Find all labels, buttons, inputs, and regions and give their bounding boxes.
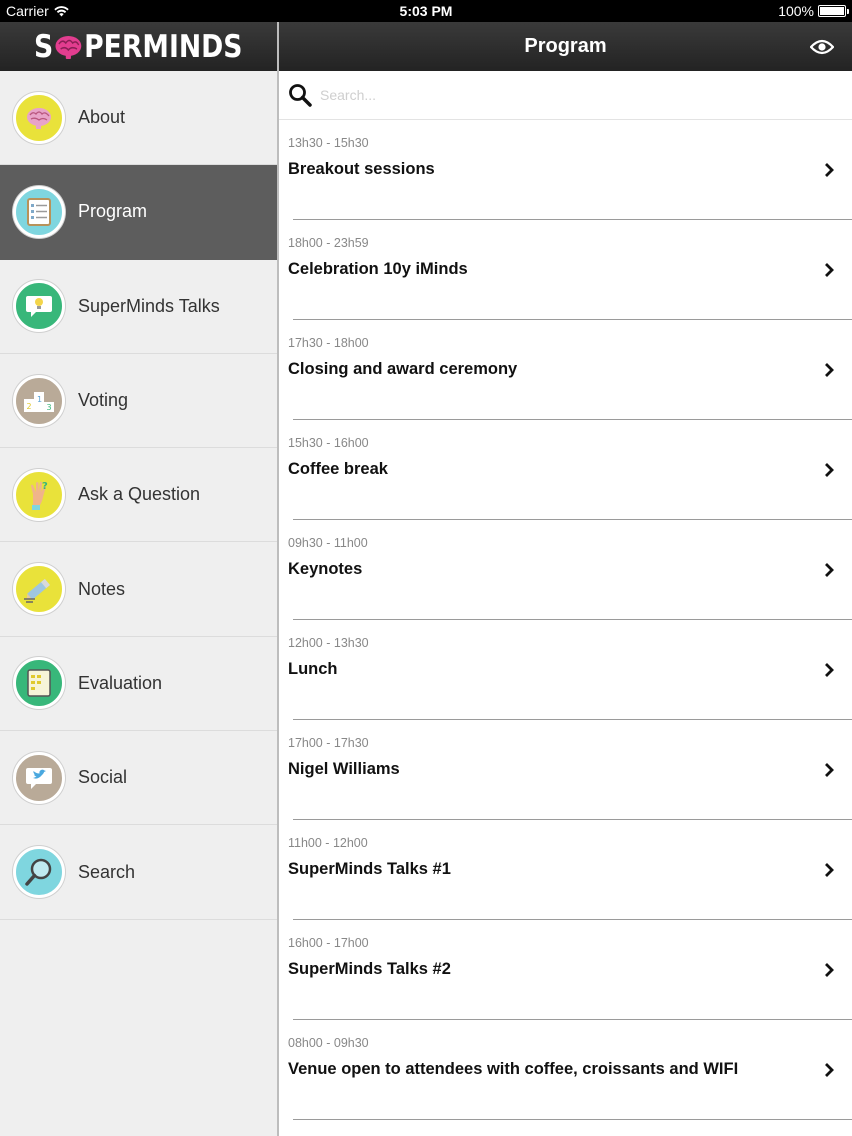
session-title: Closing and award ceremony — [288, 360, 518, 378]
navigation-bar: Program — [279, 22, 852, 71]
chevron-right-icon — [825, 263, 834, 277]
chevron-right-icon — [825, 863, 834, 877]
program-list: 13h30 - 15h30 Breakout sessions 18h00 - … — [279, 120, 852, 1120]
session-time: 15h30 - 16h00 — [288, 436, 369, 450]
sidebar-item-label: Voting — [78, 390, 129, 411]
session-time: 17h30 - 18h00 — [288, 336, 369, 350]
session-title: Lunch — [288, 660, 338, 678]
chevron-right-icon — [825, 163, 834, 177]
session-time: 16h00 - 17h00 — [288, 936, 369, 950]
logo-brain-icon — [56, 35, 82, 59]
sidebar-item-label: Social — [78, 767, 128, 788]
svg-text:?: ? — [42, 481, 48, 492]
sidebar-item-ask-a-question[interactable]: ? Ask a Question — [0, 448, 277, 543]
pencil-icon — [13, 563, 65, 616]
twitter-bird-icon — [13, 751, 65, 804]
program-row[interactable]: 08h00 - 09h30 Venue open to attendees wi… — [279, 1020, 852, 1120]
program-row[interactable]: 11h00 - 12h00 SuperMinds Talks #1 — [279, 820, 852, 920]
search-input[interactable] — [320, 87, 800, 103]
session-time: 09h30 - 11h00 — [288, 536, 368, 550]
lightbulb-speech-icon — [13, 280, 65, 333]
session-time: 13h30 - 15h30 — [288, 136, 369, 150]
battery-indicator: 100% — [778, 3, 849, 19]
battery-percent: 100% — [778, 3, 814, 19]
program-row[interactable]: 18h00 - 23h59 Celebration 10y iMinds — [279, 220, 852, 320]
magnifier-icon — [13, 846, 65, 899]
sidebar-item-label: Search — [78, 861, 136, 882]
session-time: 12h00 - 13h30 — [288, 636, 369, 650]
sidebar-item-social[interactable]: Social — [0, 731, 277, 826]
battery-icon — [818, 5, 849, 17]
status-bar: Carrier 5:03 PM 100% — [0, 0, 852, 22]
session-title: SuperMinds Talks #2 — [288, 960, 451, 978]
sidebar-item-label: About — [78, 107, 126, 128]
session-time: 17h00 - 17h30 — [288, 736, 369, 750]
search-bar[interactable] — [279, 71, 852, 120]
session-title: Celebration 10y iMinds — [288, 260, 468, 278]
sidebar-item-notes[interactable]: Notes — [0, 542, 277, 637]
svg-text:3: 3 — [47, 403, 52, 412]
logo-text-end: PERMINDS — [84, 28, 243, 65]
chevron-right-icon — [825, 563, 834, 577]
clock: 5:03 PM — [399, 3, 453, 19]
podium-icon: 12 3 — [13, 374, 65, 427]
page-title: Program — [524, 35, 607, 57]
chevron-right-icon — [825, 463, 834, 477]
logo-text-start: S — [34, 28, 54, 65]
session-time: 18h00 - 23h59 — [288, 236, 369, 250]
program-row[interactable]: 09h30 - 11h00 Keynotes — [279, 520, 852, 620]
svg-text:2: 2 — [27, 402, 32, 411]
sidebar-item-label: Ask a Question — [78, 484, 201, 505]
program-row[interactable]: 17h00 - 17h30 Nigel Williams — [279, 720, 852, 820]
sidebar-item-evaluation[interactable]: Evaluation — [0, 636, 277, 732]
sidebar-item-about[interactable]: About — [0, 71, 277, 166]
chevron-right-icon — [825, 963, 834, 977]
sidebar: S PERMINDS About Program SuperMinds Talk… — [0, 22, 277, 1136]
sidebar-item-search[interactable]: Search — [0, 825, 277, 920]
sidebar-header: S PERMINDS — [0, 22, 277, 71]
program-row[interactable]: 15h30 - 16h00 Coffee break — [279, 420, 852, 520]
sidebar-item-label: Notes — [78, 578, 126, 599]
sidebar-item-label: Program — [78, 201, 148, 222]
chevron-right-icon — [825, 363, 834, 377]
program-panel: Program 13h30 - 15h30 Breakout sessions … — [279, 22, 852, 1136]
brain-icon — [13, 91, 65, 144]
session-title: Nigel Williams — [288, 760, 400, 778]
clipboard-icon — [13, 657, 65, 710]
eye-icon — [810, 39, 834, 55]
sidebar-menu: About Program SuperMinds Talks 12 3 Votin… — [0, 71, 277, 920]
svg-text:1: 1 — [37, 395, 42, 404]
eye-button[interactable] — [810, 36, 834, 58]
raised-hand-icon: ? — [13, 468, 65, 521]
chevron-right-icon — [825, 1063, 834, 1077]
program-row[interactable]: 16h00 - 17h00 SuperMinds Talks #2 — [279, 920, 852, 1020]
program-row[interactable]: 12h00 - 13h30 Lunch — [279, 620, 852, 720]
sidebar-item-label: SuperMinds Talks — [78, 295, 220, 316]
sidebar-item-program[interactable]: Program — [0, 165, 277, 260]
session-title: Keynotes — [288, 560, 363, 578]
program-list-icon — [13, 185, 65, 238]
search-icon — [289, 84, 312, 107]
session-title: Venue open to attendees with coffee, cro… — [288, 1060, 739, 1078]
program-row[interactable]: 13h30 - 15h30 Breakout sessions — [279, 120, 852, 220]
session-time: 08h00 - 09h30 — [288, 1036, 369, 1050]
session-title: Coffee break — [288, 460, 388, 478]
superminds-logo: S PERMINDS — [34, 29, 243, 65]
session-time: 11h00 - 12h00 — [288, 836, 368, 850]
sidebar-item-label: Evaluation — [78, 672, 163, 693]
chevron-right-icon — [825, 663, 834, 677]
session-title: Breakout sessions — [288, 160, 435, 178]
sidebar-item-superminds-talks[interactable]: SuperMinds Talks — [0, 259, 277, 354]
program-row[interactable]: 17h30 - 18h00 Closing and award ceremony — [279, 320, 852, 420]
sidebar-item-voting[interactable]: 12 3 Voting — [0, 353, 277, 449]
session-title: SuperMinds Talks #1 — [288, 860, 451, 878]
chevron-right-icon — [825, 763, 834, 777]
